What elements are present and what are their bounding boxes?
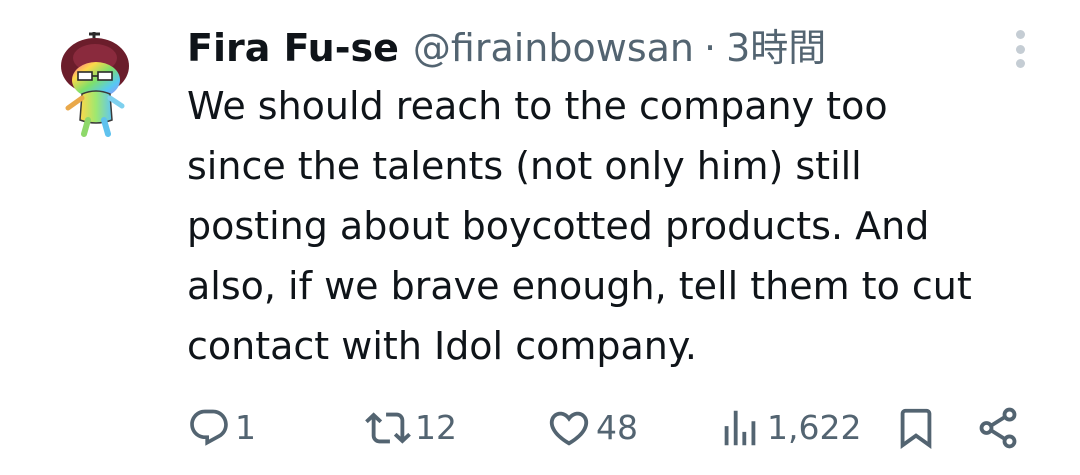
bookmark-button[interactable] xyxy=(893,400,939,456)
like-count: 48 xyxy=(596,408,638,447)
retweet-button[interactable]: 12 xyxy=(365,400,457,456)
tweet: Fira Fu-se @firainbowsan · 3時間 We should… xyxy=(0,0,1080,475)
separator-dot: · xyxy=(704,26,717,70)
author-name[interactable]: Fira Fu-se xyxy=(187,20,399,76)
more-vertical-icon xyxy=(1015,30,1025,39)
avatar-illustration xyxy=(61,32,129,137)
heart-icon xyxy=(549,411,589,446)
reply-button[interactable]: 1 xyxy=(187,400,256,456)
timestamp[interactable]: 3時間 xyxy=(726,20,826,76)
views-count: 1,622 xyxy=(767,408,862,447)
views-icon xyxy=(724,410,756,446)
action-bar: 1 12 48 1,622 xyxy=(187,400,1037,456)
share-icon xyxy=(979,407,1017,449)
more-vertical-icon-dot xyxy=(1015,44,1025,54)
bookmark-icon xyxy=(900,408,932,449)
reply-count: 1 xyxy=(235,408,256,447)
reply-icon xyxy=(190,409,228,446)
retweet-icon xyxy=(365,412,411,444)
like-button[interactable]: 48 xyxy=(546,400,638,456)
retweet-count: 12 xyxy=(415,408,457,447)
tweet-text: We should reach to the company too since… xyxy=(187,84,972,368)
tweet-header: Fira Fu-se @firainbowsan · 3時間 xyxy=(187,20,826,76)
avatar[interactable] xyxy=(54,28,138,140)
views-button[interactable]: 1,622 xyxy=(717,400,861,456)
more-vertical-icon-dot xyxy=(1015,59,1025,68)
author-handle[interactable]: @firainbowsan xyxy=(413,20,694,76)
share-button[interactable] xyxy=(975,400,1021,456)
more-options-button[interactable] xyxy=(1000,28,1040,70)
